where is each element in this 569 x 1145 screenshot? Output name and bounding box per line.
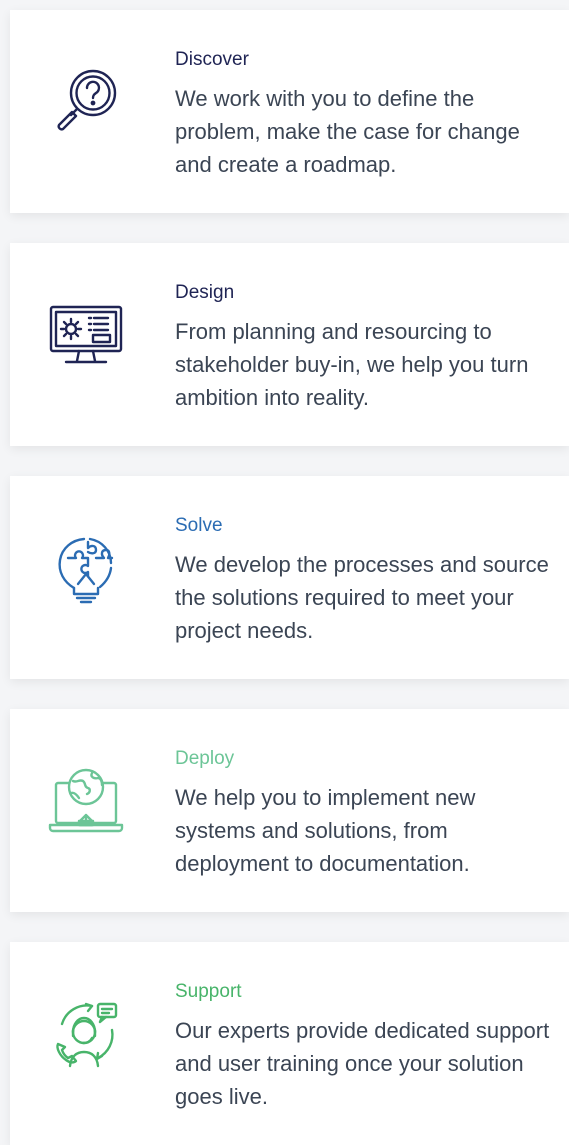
card-title: Solve [175,515,223,536]
card-title: Design [175,282,235,303]
card-description: We help you to implement new systems and… [175,785,476,876]
card-description: Our experts provide dedicated support an… [175,1018,550,1109]
card-title: Deploy [175,748,235,769]
service-card-solve: Solve We develop the processes and sourc… [10,476,569,679]
service-card-discover: Discover We work with you to define the … [10,10,569,213]
laptop-globe-icon [46,761,126,841]
headset-support-icon [46,994,126,1074]
monitor-gear-icon [46,295,126,375]
service-card-deploy: Deploy We help you to implement new syst… [10,709,569,912]
card-title: Discover [175,49,249,70]
card-description: From planning and resourcing to stakehol… [175,319,529,410]
service-card-support: Support Our experts provide dedicated su… [10,942,569,1145]
service-card-design: Design From planning and resourcing to s… [10,243,569,446]
card-description: We work with you to define the problem, … [175,86,520,177]
magnifier-question-icon [46,62,126,142]
puzzle-bulb-icon [46,528,126,608]
card-description: We develop the processes and source the … [175,552,549,643]
card-title: Support [175,981,242,1002]
